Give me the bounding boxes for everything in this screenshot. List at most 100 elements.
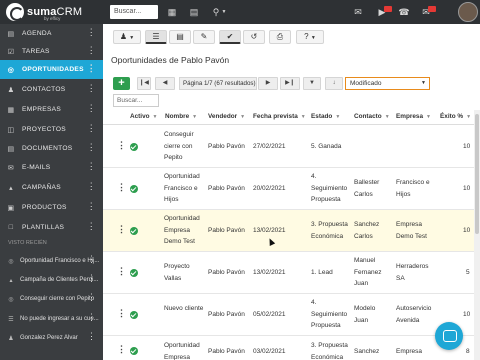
- recent-item[interactable]: ◎ Conseguir cierre con Pepito ⋮: [0, 290, 103, 308]
- table-scrollbar[interactable]: [474, 110, 480, 360]
- print-button[interactable]: ⎙: [269, 30, 291, 44]
- table-row[interactable]: ⋮ Conseguir cierre con Pepito Pablo Pavó…: [103, 126, 480, 168]
- column-header-fecha[interactable]: Fecha prevista ▼: [253, 113, 306, 120]
- phone-icon[interactable]: ☎: [398, 6, 410, 18]
- table-row[interactable]: ⋮ Nuevo cliente Pablo Pavón 05/02/2021 4…: [103, 294, 480, 336]
- sidebar-item-campanas[interactable]: ▴ CAMPAÑAS ⋮: [0, 178, 103, 197]
- add-opportunity-button[interactable]: +: [113, 77, 130, 90]
- next-page-button[interactable]: ▶: [258, 77, 278, 90]
- more-icon[interactable]: ⋮: [87, 222, 96, 231]
- logo[interactable]: sumaCRM by efficy: [6, 3, 82, 21]
- cell-nombre[interactable]: Oportunidad Empresa Demo Test: [164, 213, 204, 248]
- cell-contacto[interactable]: Ballester Carlos: [354, 177, 390, 200]
- row-menu-icon[interactable]: ⋮: [117, 224, 126, 235]
- column-header-estado[interactable]: Estado ▼: [311, 113, 340, 120]
- first-page-button[interactable]: ❙◀: [137, 77, 151, 90]
- sort-select[interactable]: Modificado ▼: [345, 77, 430, 90]
- recent-item[interactable]: ♟ Gonzalez Perez Alvar ⋮: [0, 329, 103, 347]
- more-icon[interactable]: ⋮: [87, 332, 96, 341]
- cell-contacto[interactable]: Sanchez Carlos: [354, 219, 390, 242]
- ticket-icon: ☰: [8, 316, 14, 323]
- more-icon[interactable]: ⋮: [87, 313, 96, 322]
- sidebar-item-agenda[interactable]: ▤ AGENDA ⋮: [0, 24, 103, 43]
- page-size-dropdown[interactable]: ▼: [303, 77, 321, 90]
- sidebar-item-documentos[interactable]: ▤ DOCUMENTOS ⋮: [0, 139, 103, 158]
- help-button[interactable]: ? ▼: [296, 30, 324, 44]
- more-icon[interactable]: ⋮: [87, 293, 96, 302]
- more-icon[interactable]: ⋮: [87, 162, 96, 171]
- cell-empresa[interactable]: Empresa Demo Test: [396, 219, 438, 242]
- sidebar-item-productos[interactable]: ▣ PRODUCTOS ⋮: [0, 198, 103, 217]
- prev-page-button[interactable]: ◀: [155, 77, 175, 90]
- more-icon[interactable]: ⋮: [87, 274, 96, 283]
- recent-item[interactable]: ☰ No puede ingresar a su cue... ⋮: [0, 310, 103, 328]
- cell-empresa[interactable]: Herraderos SA: [396, 261, 438, 284]
- chat-button[interactable]: [435, 322, 463, 350]
- column-header-activo[interactable]: Activo ▼: [130, 113, 157, 120]
- more-icon[interactable]: ⋮: [87, 255, 96, 264]
- cell-nombre[interactable]: Oportunidad Empresa: [164, 340, 204, 360]
- more-icon[interactable]: ⋮: [87, 182, 96, 191]
- top-bar: sumaCRM by efficy Buscar... ▦ ▤ ⚲ ▼ ✉ ▶ …: [0, 0, 480, 24]
- user-filter-button[interactable]: ♟ ▼: [113, 30, 141, 44]
- more-icon[interactable]: ⋮: [87, 46, 96, 55]
- target-icon: ◎: [8, 296, 14, 303]
- sidebar-item-oportunidades[interactable]: ◎ OPORTUNIDADES ⋮: [0, 60, 103, 79]
- mail-icon[interactable]: ✉: [352, 6, 364, 18]
- global-search-input[interactable]: Buscar...: [110, 5, 158, 19]
- sort-direction-button[interactable]: ↓: [325, 77, 343, 90]
- cell-nombre[interactable]: Nuevo cliente: [164, 303, 204, 315]
- column-header-empresa[interactable]: Empresa ▼: [396, 113, 431, 120]
- cell-nombre[interactable]: Oportunidad Francisco e Hijos: [164, 171, 204, 206]
- avatar[interactable]: [458, 2, 478, 22]
- recent-item[interactable]: ◎ Oportunidad Francisco e Hij... ⋮: [0, 252, 103, 270]
- table-row[interactable]: ⋮ Oportunidad Empresa Pablo Pavón 03/02/…: [103, 336, 480, 360]
- cell-empresa[interactable]: Autoservicio Avenida: [396, 303, 438, 326]
- recent-item[interactable]: ▴ Campaña de Clientes Perdi... ⋮: [0, 271, 103, 289]
- building-icon[interactable]: ▦: [166, 6, 178, 18]
- more-icon[interactable]: ⋮: [87, 84, 96, 93]
- scrollbar-thumb[interactable]: [475, 114, 479, 234]
- calendar-icon[interactable]: ▤: [188, 6, 200, 18]
- cell-contacto[interactable]: Modelo Juan: [354, 303, 390, 326]
- last-page-button[interactable]: ▶❙: [280, 77, 300, 90]
- cell-contacto[interactable]: Manuel Fernanez Juan: [354, 255, 390, 290]
- more-icon[interactable]: ⋮: [87, 202, 96, 211]
- cell-contacto[interactable]: Sanchez: [354, 346, 390, 358]
- more-icon[interactable]: ⋮: [87, 64, 96, 73]
- more-icon[interactable]: ⋮: [87, 28, 96, 37]
- sidebar-item-contactos[interactable]: ♟ CONTACTOS ⋮: [0, 80, 103, 99]
- sidebar-item-proyectos[interactable]: ◫ PROYECTOS ⋮: [0, 120, 103, 139]
- cell-empresa[interactable]: Francisco e Hijos: [396, 177, 438, 200]
- more-icon[interactable]: ⋮: [87, 124, 96, 133]
- table-row[interactable]: ⋮ Oportunidad Francisco e Hijos Pablo Pa…: [103, 168, 480, 210]
- sidebar-item-empresas[interactable]: ▦ EMPRESAS ⋮: [0, 100, 103, 119]
- cell-empresa[interactable]: Empresa: [396, 346, 438, 358]
- table-search-input[interactable]: Buscar...: [113, 94, 159, 107]
- row-menu-icon[interactable]: ⋮: [117, 266, 126, 277]
- sidebar-item-tareas[interactable]: ☑ TAREAS ⋮: [0, 42, 103, 61]
- active-filter-button[interactable]: ✔: [219, 30, 241, 44]
- sidebar-item-emails[interactable]: ✉ E-MAILS ⋮: [0, 158, 103, 177]
- more-icon[interactable]: ⋮: [87, 143, 96, 152]
- chevron-down-icon[interactable]: ▼: [218, 6, 230, 18]
- row-menu-icon[interactable]: ⋮: [117, 308, 126, 319]
- edit-view-button[interactable]: ✎: [193, 30, 215, 44]
- column-header-vendedor[interactable]: Vendedor ▼: [208, 113, 245, 120]
- table-row[interactable]: ⋮ Oportunidad Empresa Demo Test Pablo Pa…: [103, 210, 480, 252]
- column-header-exito[interactable]: Éxito % ▼: [440, 113, 471, 120]
- active-check-icon: [130, 347, 138, 355]
- row-menu-icon[interactable]: ⋮: [117, 182, 126, 193]
- list-view-button[interactable]: ☰: [145, 30, 167, 44]
- row-menu-icon[interactable]: ⋮: [117, 344, 126, 355]
- column-header-contacto[interactable]: Contacto ▼: [354, 113, 390, 120]
- history-button[interactable]: ↺: [243, 30, 265, 44]
- column-header-nombre[interactable]: Nombre ▼: [165, 113, 197, 120]
- cell-nombre[interactable]: Conseguir cierre con Pepito: [164, 129, 204, 164]
- row-menu-icon[interactable]: ⋮: [117, 140, 126, 151]
- sidebar-item-plantillas[interactable]: □ PLANTILLAS ⋮: [0, 218, 103, 237]
- more-icon[interactable]: ⋮: [87, 104, 96, 113]
- card-view-button[interactable]: ▤: [169, 30, 191, 44]
- cell-nombre[interactable]: Proyecto Vallas: [164, 261, 204, 284]
- table-row[interactable]: ⋮ Proyecto Vallas Pablo Pavón 13/02/2021…: [103, 252, 480, 294]
